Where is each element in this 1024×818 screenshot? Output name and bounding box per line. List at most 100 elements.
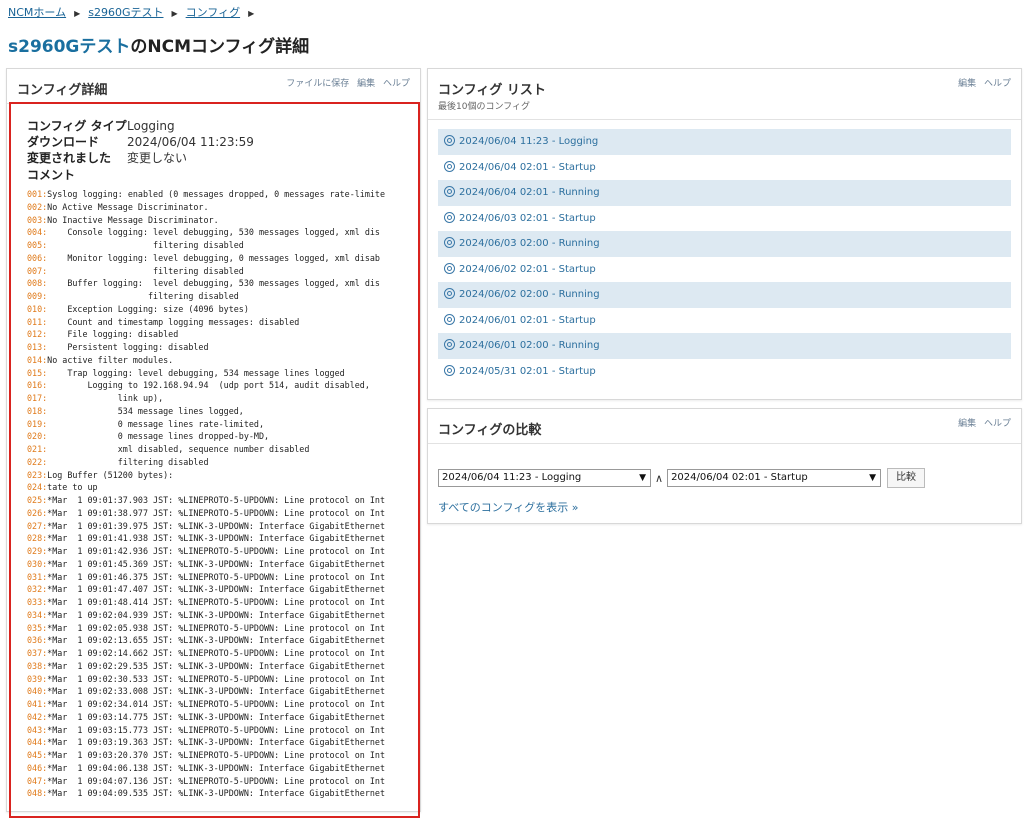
line-number: 021: (27, 444, 48, 454)
line-text: *Mar 1 09:02:14.662 JST: %LINEPROTO-5-UP… (47, 648, 385, 658)
code-line: 048:*Mar 1 09:04:09.535 JST: %LINK-3-UPD… (27, 787, 385, 800)
code-line: 025:*Mar 1 09:01:37.903 JST: %LINEPROTO-… (27, 494, 385, 507)
meta-value: 2024/06/04 11:23:59 (127, 135, 254, 149)
line-number: 038: (27, 660, 48, 671)
line-number: 003: (27, 214, 48, 225)
breadcrumb: NCMホーム ▶ s2960Gテスト ▶ コンフィグ ▶ (8, 4, 262, 20)
code-line: 006: Monitor logging: level debugging, 0… (27, 252, 385, 265)
config-detail-content[interactable]: コンフィグ タイプLogging ダウンロード 2024/06/04 11:23:… (9, 102, 420, 818)
breadcrumb-separator-icon: ▶ (74, 9, 81, 18)
code-line: 020: 0 message lines dropped-by-MD, (27, 430, 385, 443)
line-number: 041: (27, 699, 48, 709)
config-list-item[interactable]: 2024/06/01 02:00 - Running (438, 333, 1011, 359)
line-number: 014: (27, 354, 48, 365)
code-line: 033:*Mar 1 09:01:48.414 JST: %LINEPROTO-… (27, 596, 385, 609)
line-text: Trap logging: level debugging, 534 messa… (47, 367, 345, 378)
config-list-item[interactable]: 2024/05/31 02:01 - Startup (438, 359, 1011, 385)
code-line: 041:*Mar 1 09:02:34.014 JST: %LINEPROTO-… (27, 698, 385, 711)
compare-select-second-value: 2024/06/04 02:01 - Startup (671, 472, 808, 483)
config-file-icon (444, 313, 455, 325)
line-number: 031: (27, 571, 48, 582)
config-list-item[interactable]: 2024/06/04 02:01 - Startup (438, 155, 1011, 181)
line-number: 017: (27, 393, 48, 403)
show-all-configs-link[interactable]: すべてのコンフィグを表示 » (438, 499, 578, 515)
config-list-title: コンフィグ リスト (438, 83, 546, 98)
breadcrumb-separator-icon: ▶ (171, 9, 178, 18)
code-line: 036:*Mar 1 09:02:13.655 JST: %LINK-3-UPD… (27, 634, 385, 647)
line-number: 004: (27, 227, 48, 238)
code-line: 028:*Mar 1 09:01:41.938 JST: %LINK-3-UPD… (27, 532, 385, 545)
line-text: filtering disabled (47, 240, 244, 250)
line-number: 002: (27, 201, 48, 212)
line-number: 023: (27, 469, 48, 480)
config-file-icon (444, 237, 455, 248)
line-number: 034: (27, 609, 48, 620)
config-detail-actions: ファイルに保存 編集 ヘルプ (281, 76, 410, 89)
meta-row-download: ダウンロード 2024/06/04 11:23:59 (27, 134, 254, 150)
line-text: Monitor logging: level debugging, 0 mess… (47, 252, 380, 263)
meta-value: Logging (127, 119, 175, 133)
help-link[interactable]: ヘルプ (984, 419, 1011, 429)
save-to-file-link[interactable]: ファイルに保存 (286, 79, 349, 89)
config-list-item[interactable]: 2024/06/03 02:00 - Running (438, 231, 1011, 257)
code-line: 035:*Mar 1 09:02:05.938 JST: %LINEPROTO-… (27, 622, 385, 635)
config-list-item-label: 2024/06/03 02:00 - Running (459, 238, 600, 249)
line-text: 0 message lines rate-limited, (47, 418, 264, 429)
config-list-item-label: 2024/06/03 02:01 - Startup (459, 212, 596, 224)
line-number: 015: (27, 367, 48, 378)
breadcrumb-config[interactable]: コンフィグ (186, 6, 240, 19)
config-list-item[interactable]: 2024/06/02 02:00 - Running (438, 282, 1011, 308)
line-number: 008: (27, 278, 48, 289)
page-title-device[interactable]: s2960Gテスト (8, 37, 130, 57)
config-list-item[interactable]: 2024/06/04 11:23 - Logging (438, 129, 1011, 155)
line-number: 020: (27, 431, 48, 442)
config-list-item[interactable]: 2024/06/04 02:01 - Running (438, 180, 1011, 206)
line-text: *Mar 1 09:02:05.938 JST: %LINEPROTO-5-UP… (47, 622, 385, 633)
config-list-panel: コンフィグ リスト 最後10個のコンフィグ 編集 ヘルプ 2024/06/04 … (427, 68, 1022, 400)
code-line: 012: File logging: disabled (27, 328, 385, 341)
compare-button[interactable]: 比較 (887, 468, 926, 488)
edit-link[interactable]: 編集 (958, 79, 976, 89)
code-line: 044:*Mar 1 09:03:19.363 JST: %LINK-3-UPD… (27, 736, 385, 749)
code-line: 040:*Mar 1 09:02:33.008 JST: %LINK-3-UPD… (27, 685, 385, 698)
line-number: 013: (27, 342, 48, 352)
compare-select-second[interactable]: 2024/06/04 02:01 - Startup ▼ (667, 469, 882, 487)
line-number: 042: (27, 711, 48, 722)
config-list-item[interactable]: 2024/06/02 02:01 - Startup (438, 257, 1011, 283)
line-text: *Mar 1 09:02:29.535 JST: %LINK-3-UPDOWN:… (47, 660, 385, 671)
line-text: *Mar 1 09:01:38.977 JST: %LINEPROTO-5-UP… (47, 507, 385, 518)
line-text: *Mar 1 09:01:46.375 JST: %LINEPROTO-5-UP… (47, 571, 385, 582)
config-list-item-label: 2024/06/02 02:01 - Startup (459, 263, 596, 275)
line-text: *Mar 1 09:01:39.975 JST: %LINK-3-UPDOWN:… (47, 520, 385, 531)
breadcrumb-ncm-home[interactable]: NCMホーム (8, 6, 66, 19)
code-line: 047:*Mar 1 09:04:07.136 JST: %LINEPROTO-… (27, 775, 385, 788)
edit-link[interactable]: 編集 (958, 419, 976, 429)
wedge-icon: ∧ (655, 471, 664, 485)
code-line: 043:*Mar 1 09:03:15.773 JST: %LINEPROTO-… (27, 724, 385, 737)
config-list-subtitle: 最後10個のコンフィグ (438, 102, 531, 112)
code-line: 034:*Mar 1 09:02:04.939 JST: %LINK-3-UPD… (27, 609, 385, 622)
code-line: 030:*Mar 1 09:01:45.369 JST: %LINK-3-UPD… (27, 558, 385, 571)
line-text: *Mar 1 09:03:15.773 JST: %LINEPROTO-5-UP… (47, 724, 385, 735)
config-list-item-label: 2024/06/04 02:01 - Startup (459, 161, 596, 173)
config-list-item[interactable]: 2024/06/01 02:01 - Startup (438, 308, 1011, 334)
line-text: *Mar 1 09:04:06.138 JST: %LINK-3-UPDOWN:… (47, 762, 385, 773)
line-number: 019: (27, 418, 48, 429)
config-list-item-label: 2024/05/31 02:01 - Startup (459, 365, 596, 377)
help-link[interactable]: ヘルプ (984, 79, 1011, 89)
compare-select-first[interactable]: 2024/06/04 11:23 - Logging ▼ (438, 469, 651, 487)
code-line: 026:*Mar 1 09:01:38.977 JST: %LINEPROTO-… (27, 507, 385, 520)
breadcrumb-device[interactable]: s2960Gテスト (88, 6, 163, 19)
edit-link[interactable]: 編集 (357, 79, 375, 89)
line-number: 018: (27, 405, 48, 416)
line-number: 032: (27, 584, 48, 595)
line-text: filtering disabled (47, 265, 244, 276)
line-text: *Mar 1 09:01:37.903 JST: %LINEPROTO-5-UP… (47, 495, 385, 505)
line-text: No active filter modules. (47, 354, 174, 365)
line-number: 005: (27, 240, 48, 250)
help-link[interactable]: ヘルプ (383, 79, 410, 89)
config-list-item[interactable]: 2024/06/03 02:01 - Startup (438, 206, 1011, 232)
line-text: 534 message lines logged, (47, 405, 244, 416)
code-line: 046:*Mar 1 09:04:06.138 JST: %LINK-3-UPD… (27, 762, 385, 775)
line-text: Persistent logging: disabled (47, 342, 209, 352)
